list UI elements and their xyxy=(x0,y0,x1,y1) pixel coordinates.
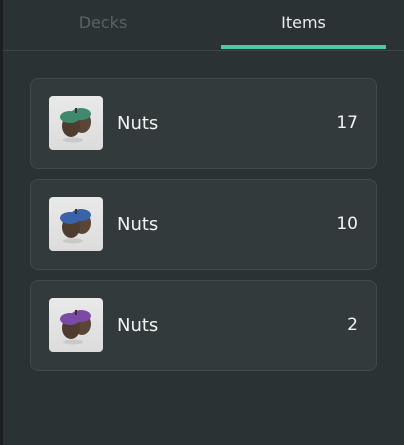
item-name: Nuts xyxy=(117,315,159,336)
item-card-3[interactable]: Nuts 2 xyxy=(30,280,377,371)
tab-items[interactable]: Items xyxy=(203,0,404,50)
active-tab-indicator xyxy=(221,45,386,49)
item-name: Nuts xyxy=(117,214,159,235)
item-count: 10 xyxy=(336,214,358,234)
item-count: 2 xyxy=(347,315,358,335)
acorn-icon xyxy=(49,298,103,352)
item-name: Nuts xyxy=(117,113,159,134)
tab-bar: Decks Items xyxy=(3,0,404,51)
items-panel: Decks Items Nuts 17 Nuts 10 Nuts 2 xyxy=(3,0,404,445)
acorn-icon xyxy=(49,96,103,150)
item-card-1[interactable]: Nuts 17 xyxy=(30,78,377,169)
tab-decks[interactable]: Decks xyxy=(3,0,203,50)
item-count: 17 xyxy=(336,113,358,133)
acorn-icon xyxy=(49,197,103,251)
item-card-2[interactable]: Nuts 10 xyxy=(30,179,377,270)
items-list: Nuts 17 Nuts 10 Nuts 2 xyxy=(30,78,377,381)
